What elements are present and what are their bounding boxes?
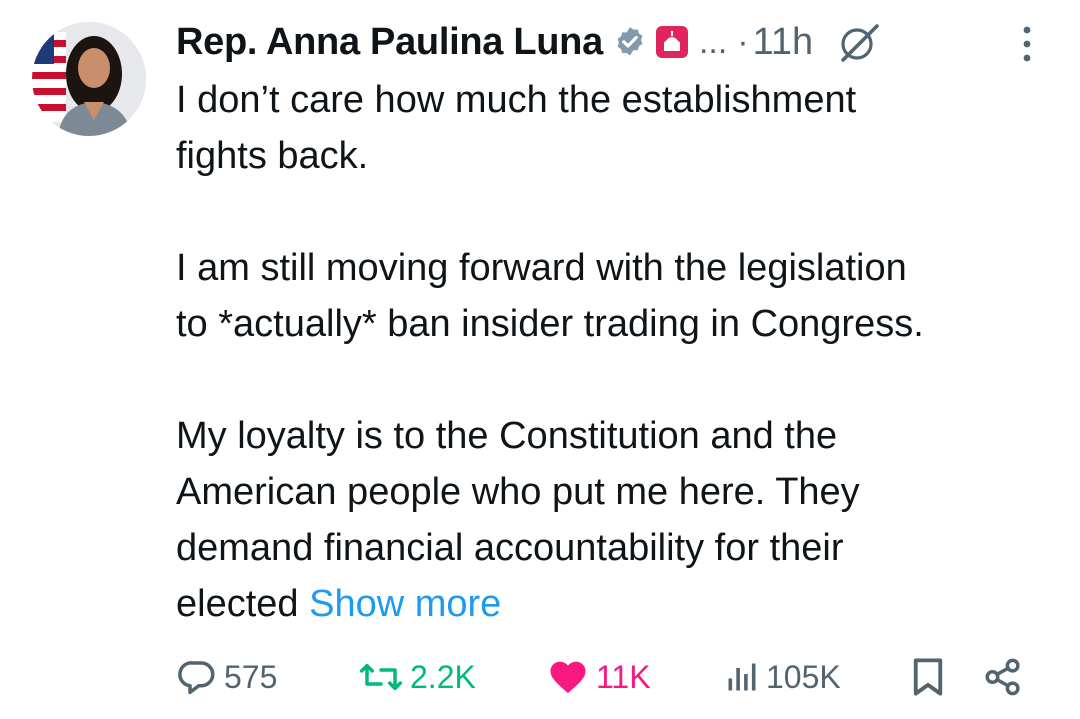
- timestamp[interactable]: 11h: [753, 21, 814, 64]
- tweet-line: I don’t care how much the establishment: [176, 79, 857, 121]
- author-name[interactable]: Rep. Anna Paulina Luna: [176, 21, 603, 64]
- tweet-line: to *actually* ban insider trading in Con…: [176, 303, 924, 345]
- grok-icon[interactable]: [835, 18, 883, 66]
- views-icon: [728, 663, 756, 691]
- tweet-last-line: elected Show more: [176, 576, 1046, 632]
- more-options-icon[interactable]: [1022, 24, 1032, 64]
- tweet-line: demand financial accountability for thei…: [176, 527, 844, 569]
- repost-count: 2.2K: [410, 658, 476, 695]
- bookmark-button[interactable]: [910, 652, 946, 702]
- share-button[interactable]: [982, 652, 1024, 702]
- tweet-line: My loyalty is to the Constitution and th…: [176, 415, 838, 457]
- reply-icon: [178, 661, 215, 695]
- tweet-header: Rep. Anna Paulina Luna ... · 11h: [176, 14, 1040, 70]
- like-icon: [550, 661, 586, 694]
- bookmark-icon: [913, 658, 943, 696]
- like-count: 11K: [596, 658, 651, 695]
- share-icon: [985, 658, 1020, 696]
- verified-badge-icon[interactable]: [613, 25, 647, 59]
- show-more-link[interactable]: Show more: [309, 583, 501, 625]
- tweet-line: I am still moving forward with the legis…: [176, 247, 907, 289]
- tweet-line: American people who put me here. They: [176, 471, 860, 513]
- author-handle[interactable]: ...: [699, 23, 727, 62]
- tweet-line: fights back.: [176, 135, 369, 177]
- like-button[interactable]: 11K: [546, 652, 651, 702]
- views-button[interactable]: 105K: [724, 652, 841, 702]
- affiliation-badge-icon[interactable]: [655, 25, 689, 59]
- reply-button[interactable]: 575: [176, 652, 277, 702]
- tweet-line-prefix: elected: [176, 583, 310, 625]
- views-count: 105K: [766, 658, 841, 695]
- separator-dot: ·: [737, 22, 749, 61]
- tweet-actions: 575 2.2K 11K 105K: [176, 652, 1030, 702]
- tweet-text: I don’t care how much the establishment …: [176, 72, 1046, 632]
- repost-button[interactable]: 2.2K: [358, 652, 476, 702]
- avatar[interactable]: [32, 22, 146, 136]
- repost-icon: [360, 663, 402, 691]
- reply-count: 575: [224, 658, 278, 695]
